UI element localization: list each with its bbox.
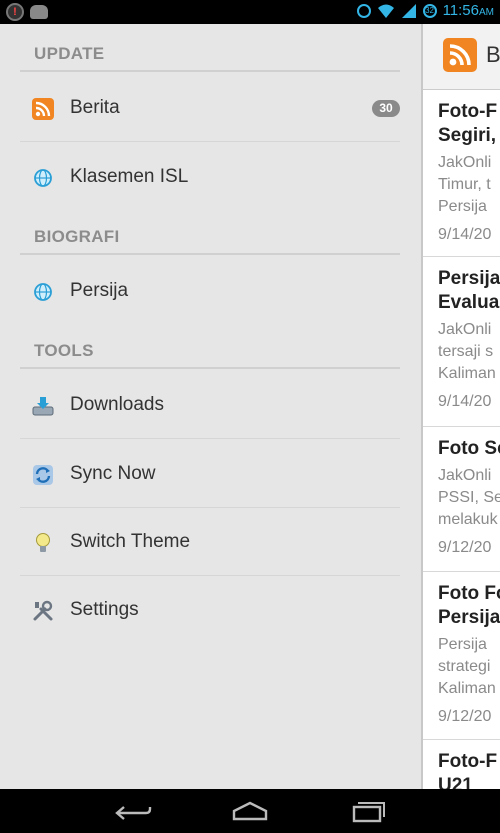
article-snippet-line: PSSI, Se <box>438 489 500 506</box>
rss-icon <box>32 98 54 120</box>
drawer-item-sync-now[interactable]: Sync Now <box>20 440 400 508</box>
section-header-update: UPDATE <box>20 36 400 72</box>
article-snippet-line: tersaji s <box>438 343 494 360</box>
article-item[interactable]: Foto-F Segiri, JakOnli Timur, t Persija … <box>423 90 500 257</box>
action-bar-title: B <box>486 42 500 67</box>
home-button[interactable] <box>230 799 270 823</box>
article-snippet-line: JakOnli <box>438 467 492 484</box>
wifi-icon <box>377 4 394 18</box>
drawer-item-label: Settings <box>70 599 139 620</box>
download-icon <box>32 397 54 416</box>
article-item[interactable]: Foto Fo Persija Persija strategi Kaliman… <box>423 572 500 740</box>
article-title-line: Evaluas <box>438 292 500 313</box>
drawer-item-label: Switch Theme <box>70 531 191 552</box>
back-button[interactable] <box>112 799 152 823</box>
article-snippet-line: Kaliman <box>438 365 496 382</box>
system-icons: 32 11:56AM <box>356 2 494 19</box>
article-date: 9/12/20 <box>438 539 492 556</box>
action-bar: B <box>423 24 500 90</box>
article-snippet-line: JakOnli <box>438 321 492 338</box>
sync-icon <box>33 465 53 485</box>
section-title: UPDATE <box>34 44 105 63</box>
drawer-item-downloads[interactable]: Downloads <box>20 371 400 439</box>
article-title-line: Persija <box>438 607 500 628</box>
globe-icon <box>34 283 52 301</box>
article-title-line: U21 <box>438 775 473 789</box>
clock-ampm: AM <box>479 7 494 18</box>
status-bar: ! 32 11:56AM <box>0 0 500 24</box>
battery-icon: 32 <box>422 3 437 18</box>
lightbulb-icon <box>36 533 50 552</box>
article-date: 9/14/20 <box>438 226 492 243</box>
section-title: BIOGRAFI <box>34 227 120 246</box>
alert-notification-icon: ! <box>6 3 24 21</box>
article-title-line: Foto Se <box>438 438 500 459</box>
article-snippet-line: Kaliman <box>438 680 496 697</box>
drawer-item-label: Downloads <box>70 394 164 415</box>
drawer-item-switch-theme[interactable]: Switch Theme <box>20 508 400 576</box>
navigation-drawer: UPDATE Berita 30 Klasemen ISL BIOGRAFI P… <box>0 24 421 789</box>
section-header-tools: TOOLS <box>20 333 400 369</box>
alarm-icon <box>356 3 371 18</box>
article-snippet-line: Timur, t <box>438 176 491 193</box>
settings-icon <box>33 600 53 621</box>
unread-count-badge: 30 <box>372 100 400 117</box>
article-item[interactable]: Persija Evaluas JakOnli tersaji s Kalima… <box>423 257 500 427</box>
article-title-line: Persija <box>438 268 500 289</box>
drawer-item-persija[interactable]: Persija <box>20 257 400 325</box>
section-title: TOOLS <box>34 341 94 360</box>
article-snippet-line: Persija <box>438 198 487 215</box>
article-title-line: Foto-F <box>438 101 498 122</box>
article-snippet-line: Persija <box>438 636 487 653</box>
drawer-item-label: Berita <box>70 97 120 118</box>
app-rss-icon[interactable] <box>443 38 477 72</box>
drawer-item-berita[interactable]: Berita 30 <box>20 74 400 142</box>
article-title-line: Segiri, <box>438 125 497 146</box>
signal-icon <box>401 3 416 18</box>
section-header-biografi: BIOGRAFI <box>20 219 400 255</box>
battery-level: 32 <box>425 6 435 15</box>
article-title-line: Foto-F <box>438 751 498 772</box>
drawer-item-label: Klasemen ISL <box>70 166 189 187</box>
notification-icons: ! <box>6 3 48 21</box>
globe-icon <box>34 169 52 187</box>
article-date: 9/14/20 <box>438 393 492 410</box>
article-list-panel: B Foto-F Segiri, JakOnli Timur, t Persij… <box>421 24 500 789</box>
article-snippet-line: JakOnli <box>438 154 492 171</box>
article-snippet-line: melakuk <box>438 511 498 528</box>
recent-apps-button[interactable] <box>348 799 388 823</box>
article-item[interactable]: Foto Se JakOnli PSSI, Se melakuk 9/12/20 <box>423 427 500 572</box>
android-notification-icon <box>30 5 48 19</box>
article-title-line: Foto Fo <box>438 583 500 604</box>
article-date: 9/12/20 <box>438 708 492 725</box>
article-snippet-line: strategi <box>438 658 491 675</box>
rss-icon <box>449 44 471 66</box>
drawer-item-label: Sync Now <box>70 463 156 484</box>
drawer-item-settings[interactable]: Settings <box>20 576 400 644</box>
drawer-item-klasemen-isl[interactable]: Klasemen ISL <box>20 143 400 211</box>
article-item[interactable]: Foto-F U21 <box>423 740 500 789</box>
clock-time: 11:56 <box>442 2 479 19</box>
system-navigation-bar <box>0 789 500 833</box>
drawer-item-label: Persija <box>70 280 129 301</box>
clock: 11:56AM <box>443 2 494 19</box>
